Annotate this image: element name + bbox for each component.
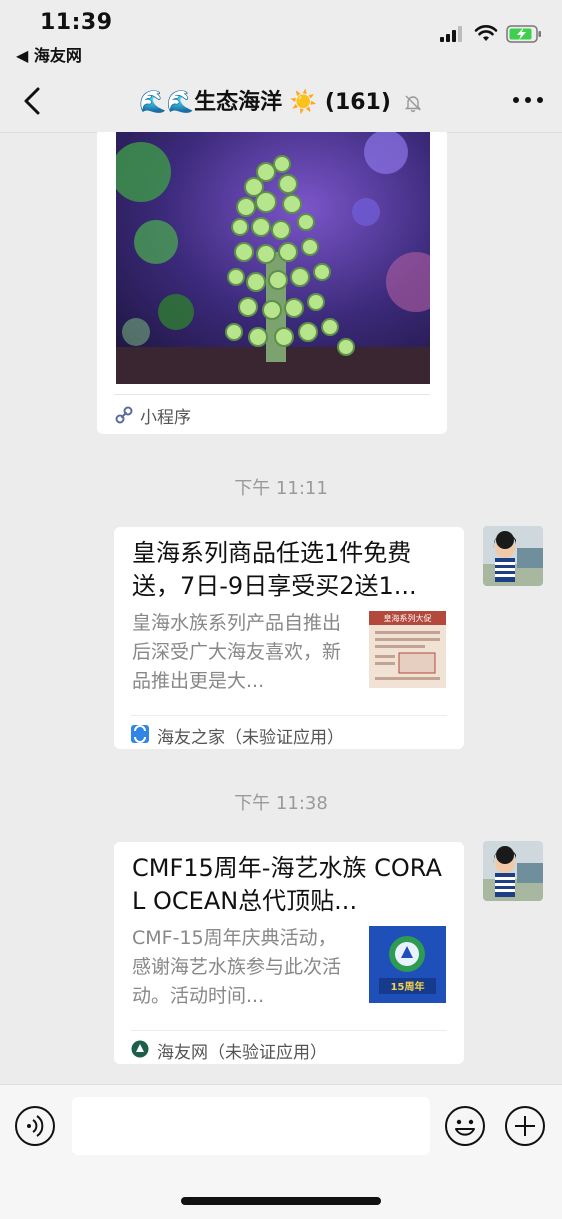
avatar[interactable] bbox=[483, 841, 543, 901]
plus-icon[interactable] bbox=[504, 1105, 546, 1147]
timestamp: 下午 11:38 bbox=[234, 793, 328, 814]
message-source-footer: 海友网（未验证应用） bbox=[131, 1030, 447, 1065]
message-description: CMF-15周年庆典活动，感谢海艺水族参与此次活动。活动时间... bbox=[132, 927, 342, 1007]
avatar[interactable] bbox=[483, 526, 543, 586]
battery-charging-icon bbox=[506, 25, 541, 43]
signal-icon bbox=[440, 26, 462, 42]
source-logo-icon bbox=[131, 725, 149, 743]
link-message-card[interactable]: CMF15周年-海艺水族 CORAL OCEAN总代顶贴... CMF-15周年… bbox=[114, 842, 464, 1064]
message-input[interactable] bbox=[72, 1097, 430, 1155]
message-thumbnail: 15周年 bbox=[369, 926, 446, 1003]
wifi-icon bbox=[474, 25, 498, 41]
message-source: 海友之家（未验证应用） bbox=[157, 728, 344, 748]
chat-title-wrap: 🌊🌊生态海洋 ☀️ (161) bbox=[0, 84, 562, 116]
status-time: 11:39 bbox=[40, 10, 113, 35]
message-description: 皇海水族系列产品自推出后深受广大海友喜欢，新品推出更是大... bbox=[132, 612, 342, 692]
mini-program-footer: 小程序 bbox=[114, 394, 430, 435]
chat-messages[interactable]: 小程序 下午 11:11 皇海系列商品任选1件免费送，7日-9日享受买2送1..… bbox=[0, 132, 562, 1084]
message-thumbnail: 皇海系列大促 bbox=[369, 611, 446, 688]
source-logo-icon bbox=[131, 1040, 149, 1058]
smile-icon[interactable] bbox=[444, 1105, 486, 1147]
link-message-card[interactable]: 皇海系列商品任选1件免费送，7日-9日享受买2送1... 皇海水族系列产品自推出… bbox=[114, 527, 464, 749]
more-dots-icon[interactable] bbox=[510, 88, 546, 112]
home-indicator bbox=[181, 1197, 381, 1205]
message-source-footer: 海友之家（未验证应用） bbox=[131, 715, 447, 750]
link-icon bbox=[115, 406, 133, 424]
message-source: 海友网（未验证应用） bbox=[157, 1043, 327, 1063]
mini-program-label: 小程序 bbox=[140, 408, 191, 428]
back-to-app-link[interactable]: ◀ 海友网 bbox=[16, 42, 82, 66]
message-title: 皇海系列商品任选1件免费送，7日-9日享受买2送1... bbox=[132, 539, 417, 600]
bell-slash-icon bbox=[404, 95, 421, 113]
thumbnail-badge: 15周年 bbox=[391, 980, 425, 993]
chat-header: 🌊🌊生态海洋 ☀️ (161) bbox=[0, 70, 562, 133]
voice-icon[interactable] bbox=[14, 1105, 56, 1147]
status-bar: 11:39 ◀ 海友网 bbox=[0, 0, 562, 70]
thumbnail-title: 皇海系列大促 bbox=[384, 613, 432, 623]
message-title: CMF15周年-海艺水族 CORAL OCEAN总代顶贴... bbox=[132, 854, 442, 915]
timestamp: 下午 11:11 bbox=[234, 478, 328, 499]
coral-image bbox=[116, 132, 430, 384]
chat-title: 🌊🌊生态海洋 ☀️ (161) bbox=[139, 90, 391, 115]
mini-program-card[interactable]: 小程序 bbox=[97, 132, 447, 434]
